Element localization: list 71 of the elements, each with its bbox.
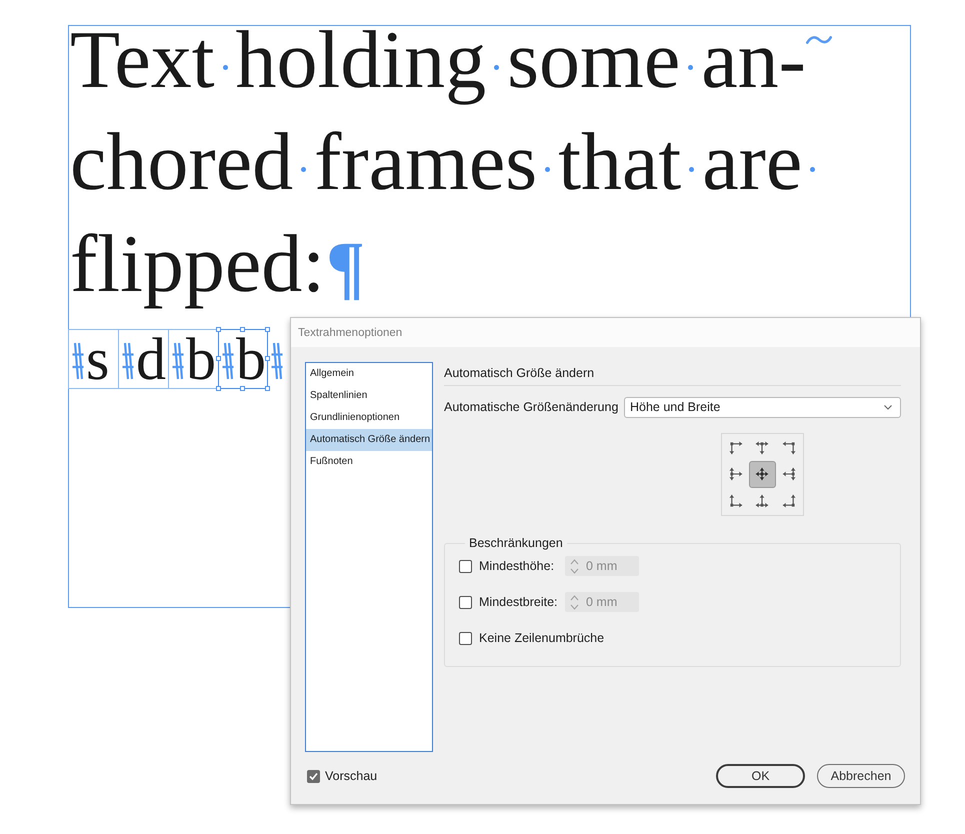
anchored-frame[interactable]: b	[168, 329, 218, 389]
story-word: some	[507, 14, 680, 105]
section-item[interactable]: Grundlinienoptionen	[306, 407, 432, 429]
story-word: are	[702, 116, 802, 207]
move-arrows-icon	[755, 441, 770, 456]
story-word: frames	[314, 116, 538, 207]
move-arrows-icon	[782, 494, 796, 508]
move-arrows-icon	[729, 441, 744, 456]
story-word: chored	[70, 116, 294, 207]
hash-icon	[72, 342, 84, 380]
space-dot-icon	[545, 166, 550, 172]
hash-icon	[172, 342, 184, 380]
section-item[interactable]: Spaltenlinien	[306, 385, 432, 407]
anchored-frame[interactable]: b	[218, 329, 268, 389]
anchored-frame[interactable]: s	[68, 329, 118, 389]
space-dot-icon	[688, 64, 694, 70]
resize-handle[interactable]	[216, 327, 221, 332]
move-arrows-icon	[755, 467, 770, 482]
reference-point-button[interactable]	[749, 461, 776, 488]
checkbox[interactable]	[459, 632, 472, 644]
dialog-button[interactable]: Abbrechen	[817, 764, 905, 788]
space-dot-icon	[810, 166, 816, 172]
checkbox-label: Keine Zeilenumbrüche	[479, 631, 604, 645]
section-item[interactable]: Automatisch Größe ändern	[306, 429, 432, 451]
pilcrow: ¶	[326, 227, 365, 307]
frame-letter: s	[86, 330, 110, 388]
dialog-title: Textrahmenoptionen	[298, 326, 402, 338]
story-word: that	[558, 116, 682, 207]
move-arrows-icon	[755, 494, 770, 508]
checkbox[interactable]	[307, 770, 320, 782]
resize-handle[interactable]	[240, 386, 245, 391]
frame-letter: b	[186, 330, 216, 388]
story-word: Text	[70, 14, 215, 105]
move-arrows-icon	[782, 441, 796, 456]
story-word: flipped:	[70, 218, 326, 309]
hash-icon	[222, 342, 234, 380]
frame-letter: b	[236, 330, 266, 388]
resize-handle[interactable]	[216, 386, 221, 391]
checkbox-label: Mindestbreite:	[479, 595, 559, 609]
section-item[interactable]: Allgemein	[306, 363, 432, 385]
checkbox-label: Mindesthöhe:	[479, 559, 556, 573]
chevron-down-icon	[884, 405, 892, 410]
move-arrows-icon	[782, 467, 796, 482]
spinner-arrows-icon	[570, 558, 579, 574]
checkbox-label: Vorschau	[325, 769, 378, 783]
spinner-arrows-icon	[570, 594, 579, 610]
move-arrows-icon	[729, 494, 744, 508]
space-dot-icon	[494, 64, 500, 70]
group-title: Beschränkungen	[468, 536, 564, 550]
story-word: holding	[236, 14, 486, 105]
section-item[interactable]: Fußnoten	[306, 451, 432, 473]
tilde-icon	[806, 35, 832, 45]
hash-icon	[271, 342, 283, 380]
story-word: an-	[701, 14, 806, 105]
resize-handle[interactable]	[216, 356, 221, 361]
resize-handle[interactable]	[265, 386, 270, 391]
panel-heading: Automatisch Größe ändern	[444, 362, 901, 386]
anchored-frame[interactable]: d	[118, 329, 168, 389]
move-arrows-icon	[729, 467, 744, 482]
frame-letter: d	[136, 330, 166, 388]
resize-handle[interactable]	[240, 327, 245, 332]
space-dot-icon	[222, 64, 228, 70]
dialog-button[interactable]: OK	[716, 764, 805, 788]
auto-size-dropdown[interactable]: Höhe und Breite	[624, 397, 901, 418]
resize-handle[interactable]	[265, 327, 270, 332]
hash-icon	[122, 342, 134, 380]
space-dot-icon	[301, 166, 306, 172]
resize-handle[interactable]	[265, 356, 270, 361]
checkmark-icon	[309, 772, 318, 780]
field-label: Automatische Größenänderung	[444, 399, 618, 416]
space-dot-icon	[689, 166, 694, 172]
